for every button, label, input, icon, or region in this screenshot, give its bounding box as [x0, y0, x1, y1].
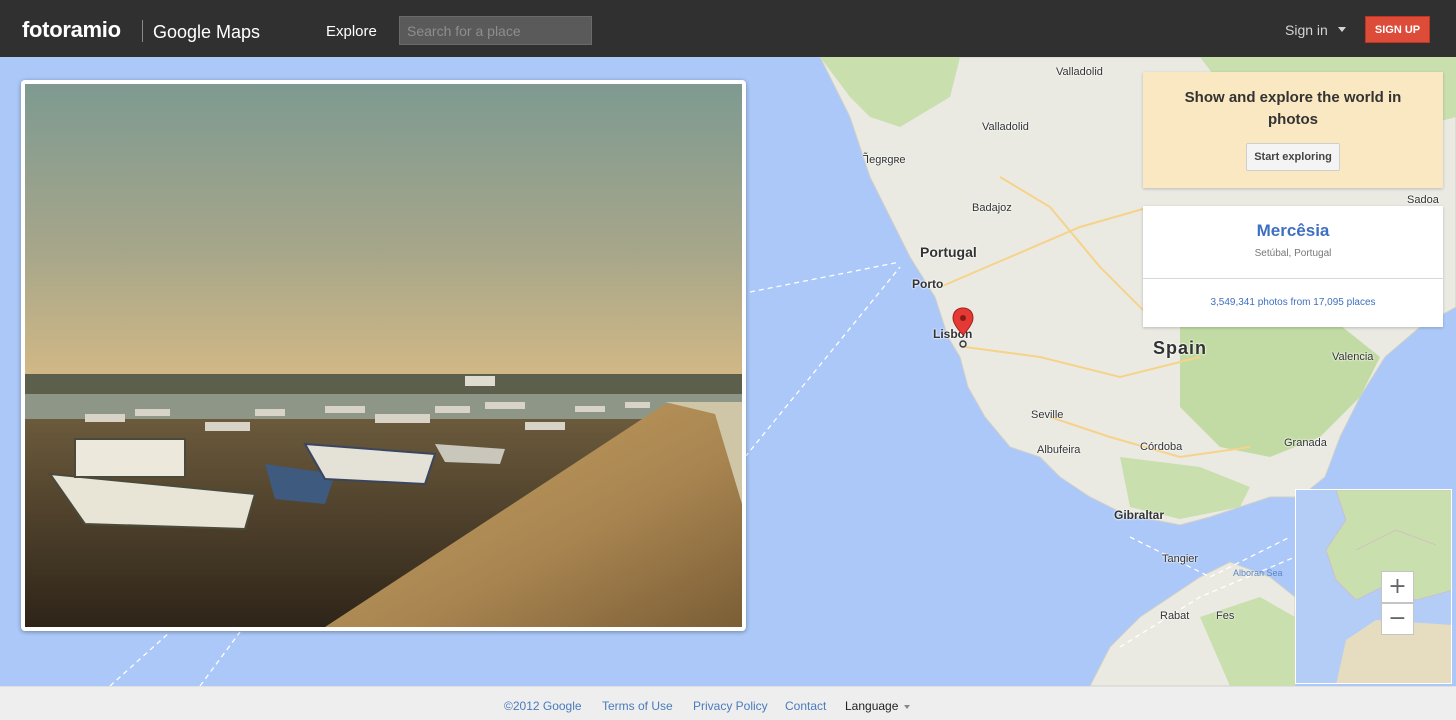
place-card: Mercêsia Setúbal, Portugal 3,549,341 pho…	[1143, 206, 1443, 327]
sign-in-link[interactable]: Sign in	[1285, 22, 1328, 38]
map-label-spain: Spain	[1153, 338, 1208, 358]
footer: ©2012 Google Terms of Use Privacy Policy…	[0, 686, 1456, 720]
map-label-granada: Granada	[1284, 437, 1327, 449]
featured-photo[interactable]	[25, 84, 742, 627]
map-label-portugal: Portugal	[920, 244, 977, 260]
privacy-link[interactable]: Privacy Policy	[693, 699, 768, 713]
copyright-link[interactable]: ©2012 Google	[504, 699, 582, 713]
brand-divider	[142, 20, 143, 42]
brand-subtitle: Google Maps	[153, 22, 261, 42]
map-label-porto: Porto	[912, 277, 944, 291]
photo-stats-link[interactable]: 3,549,341 photos from 17,095 places	[1143, 297, 1443, 308]
minimap-terrain	[1325, 490, 1451, 683]
map-label-seville: Seville	[1031, 409, 1064, 421]
map-label-tangier: Tangier	[1162, 553, 1199, 565]
sign-up-button[interactable]: SIGN UP	[1365, 16, 1430, 43]
map-label-gibraltar: Gibraltar	[1114, 508, 1165, 522]
map-label-albufeira: Albufeira	[1037, 444, 1081, 456]
zoom-out-button[interactable]: −	[1381, 603, 1414, 635]
overview-minimap[interactable]	[1295, 489, 1452, 684]
brand-logo[interactable]: fotoramio	[22, 17, 121, 43]
map-label-alboran-sea: Alboran Sea	[1233, 568, 1283, 578]
zoom-in-button[interactable]: +	[1381, 571, 1414, 603]
map-marker-icon[interactable]	[951, 307, 975, 349]
map-label-rabat: Rabat	[1160, 610, 1190, 622]
search-input[interactable]	[399, 16, 592, 45]
terms-link[interactable]: Terms of Use	[602, 699, 673, 713]
chevron-down-icon[interactable]	[904, 705, 910, 709]
top-bar: fotoramio Google Maps Explore Sign in SI…	[0, 0, 1456, 57]
map-label-valencia: Valencia	[1332, 351, 1374, 363]
map-label-sadoa: Sadoa	[1407, 194, 1439, 206]
map-label-fes: Fes	[1216, 610, 1235, 622]
map-label-badajoz: Badajoz	[972, 202, 1012, 214]
map-label-valladolid-north: Valladolid	[1056, 66, 1103, 78]
place-region: Setúbal, Portugal	[1254, 248, 1332, 259]
photo-frame[interactable]	[21, 80, 746, 631]
language-selector[interactable]: Language	[845, 699, 898, 713]
chevron-down-icon[interactable]	[1338, 27, 1346, 32]
map-label-cordoba: Córdoba	[1140, 441, 1183, 453]
contact-link[interactable]: Contact	[785, 699, 826, 713]
promo-text: Show and explore the world in photos	[1184, 89, 1402, 128]
place-name-link[interactable]: Mercêsia	[1143, 221, 1443, 241]
divider	[1143, 278, 1443, 279]
explore-link[interactable]: Explore	[326, 23, 377, 40]
map-label-valladolid: Valladolid	[982, 121, 1029, 133]
start-exploring-button[interactable]: Start exploring	[1246, 143, 1340, 171]
map-label-coimbra: Ꞁ̃eɡʀɡʀe	[863, 154, 906, 166]
